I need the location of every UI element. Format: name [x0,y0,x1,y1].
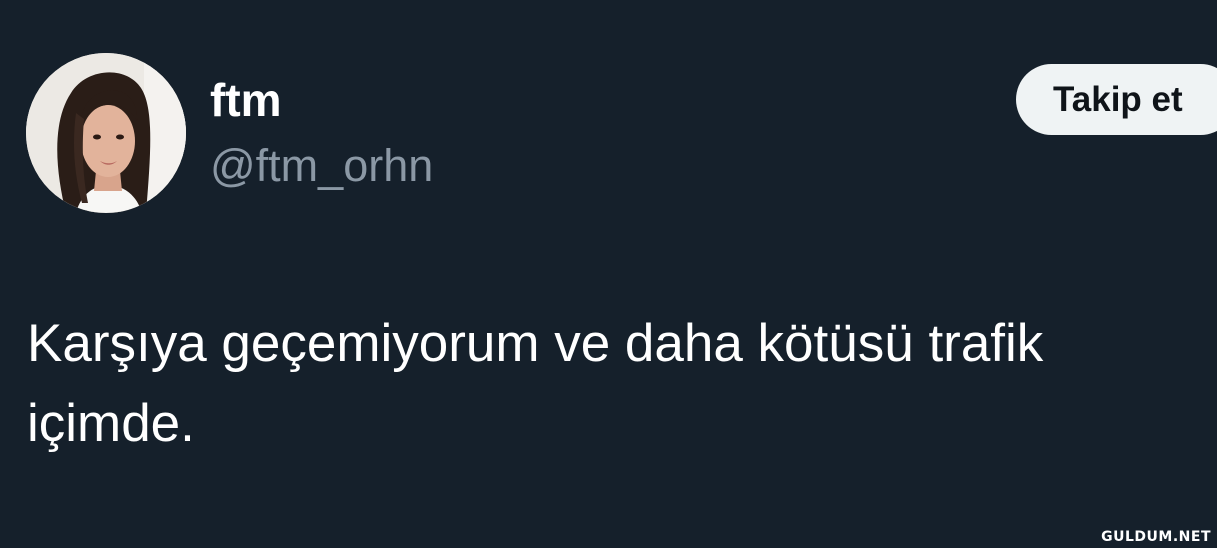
avatar-photo-icon [26,53,186,213]
watermark: GULDUM.NET [1101,529,1211,545]
tweet-card: ftm @ftm_orhn Takip et Karşıya geçemiyor… [0,0,1217,548]
avatar[interactable] [26,53,186,213]
user-handle[interactable]: @ftm_orhn [210,138,433,194]
follow-button[interactable]: Takip et [1016,64,1217,135]
display-name[interactable]: ftm [210,72,282,128]
tweet-text: Karşıya geçemiyorum ve daha kötüsü trafi… [27,314,1044,453]
